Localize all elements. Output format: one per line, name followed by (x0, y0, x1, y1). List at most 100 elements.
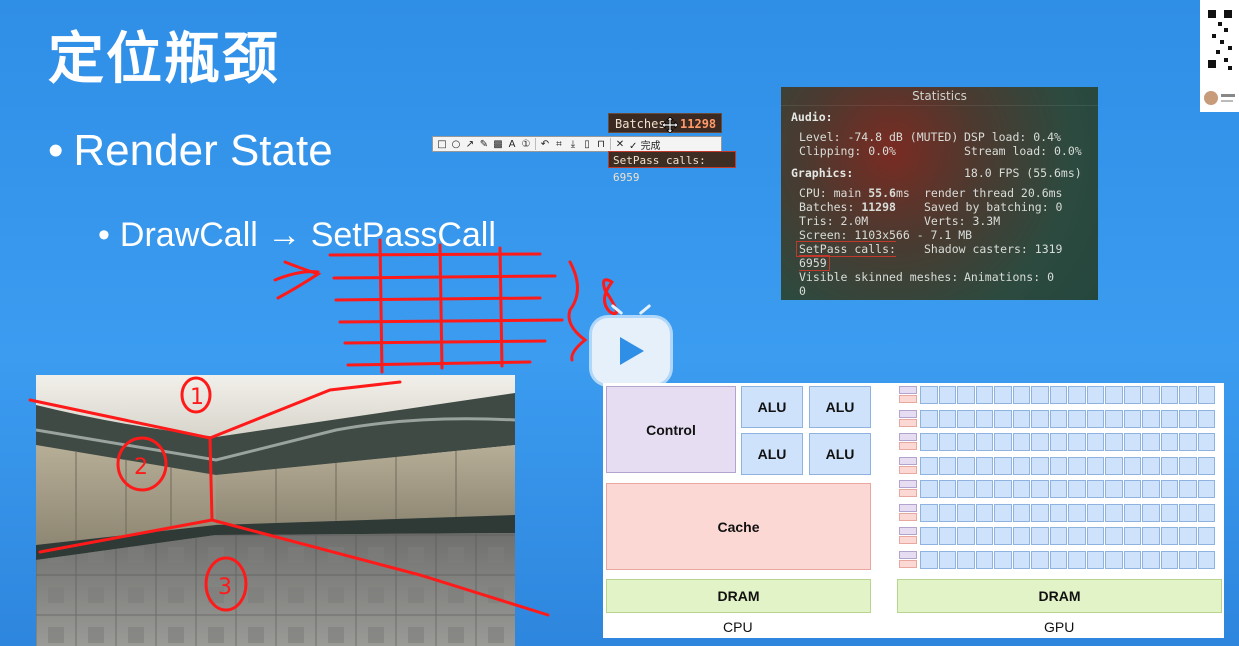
ink-number-2: 2 (134, 455, 148, 480)
gpu-alu-cell (1142, 527, 1160, 545)
gpu-alu-cell (994, 456, 1012, 475)
gpu-alu-cell (938, 386, 956, 404)
gpu-alu-cell (1012, 550, 1030, 569)
gpu-row-control-cache (899, 527, 917, 545)
gpu-alu-cell (994, 433, 1012, 451)
gpu-alu-cell (920, 386, 938, 404)
ink-number-3: 3 (218, 575, 232, 600)
gpu-alu-cell (1142, 456, 1160, 475)
cpu-alu-block: ALU (741, 433, 803, 475)
gpu-alu-cell (920, 550, 938, 569)
gpu-alu-cell (1197, 550, 1215, 569)
gpu-alu-cell (1123, 433, 1141, 451)
gpu-alu-cell (1086, 527, 1104, 545)
gpu-core-row (899, 456, 1215, 475)
gpu-row-control-cache (899, 409, 917, 428)
gpu-alu-cell (1012, 527, 1030, 545)
gpu-alu-cell (957, 527, 975, 545)
gpu-alu-cell (1160, 503, 1178, 522)
cpu-dram-block: DRAM (606, 579, 871, 613)
gpu-alu-cell (1105, 433, 1123, 451)
gpu-alu-cell (1160, 409, 1178, 428)
gpu-alu-cell (1179, 456, 1197, 475)
gpu-alu-cell (1105, 503, 1123, 522)
cpu-cache-block: Cache (606, 483, 871, 570)
gpu-alu-cell (1105, 550, 1123, 569)
gpu-alu-cell (1031, 409, 1049, 428)
gpu-alu-cell (1031, 550, 1049, 569)
cpu-gpu-diagram: Control ALU ALU ALU ALU Cache DRAM CPU D… (603, 383, 1224, 638)
gpu-alu-cell (957, 386, 975, 404)
gpu-alu-cell (1142, 386, 1160, 404)
gpu-alu-cell (1012, 386, 1030, 404)
gpu-alu-cell (1105, 409, 1123, 428)
gpu-alu-cell (957, 409, 975, 428)
gpu-alu-cell (1086, 503, 1104, 522)
gpu-alu-cell (1179, 433, 1197, 451)
gpu-alu-cell (920, 503, 938, 522)
gpu-alu-cell (1197, 503, 1215, 522)
play-button[interactable] (592, 303, 670, 384)
gpu-alu-cell (1197, 386, 1215, 404)
gpu-row-control-cache (899, 386, 917, 404)
gpu-alu-cell (975, 409, 993, 428)
gpu-alu-cell (1049, 433, 1067, 451)
gpu-alu-cell (1086, 433, 1104, 451)
gpu-alu-cell (1142, 433, 1160, 451)
gpu-alu-cell (1031, 433, 1049, 451)
gpu-caption: GPU (1044, 619, 1075, 635)
qr-code-panel (1200, 0, 1239, 112)
gpu-alu-cell (938, 480, 956, 498)
gpu-alu-cell (920, 527, 938, 545)
gpu-alu-cell (1197, 456, 1215, 475)
gpu-alu-cell (1012, 503, 1030, 522)
gpu-alu-cell (994, 409, 1012, 428)
gpu-alu-cell (994, 386, 1012, 404)
gpu-alu-cell (1105, 480, 1123, 498)
gpu-core-row (899, 409, 1215, 428)
gpu-alu-cell (920, 433, 938, 451)
gpu-alu-cell (1160, 527, 1178, 545)
gpu-alu-cell (994, 527, 1012, 545)
gpu-alu-cell (994, 480, 1012, 498)
gpu-alu-cell (1012, 433, 1030, 451)
play-icon (620, 337, 644, 365)
gpu-alu-cell (1068, 480, 1086, 498)
gpu-alu-cell (920, 480, 938, 498)
gpu-alu-cell (1086, 456, 1104, 475)
gpu-alu-cell (1012, 409, 1030, 428)
gpu-core-row (899, 527, 1215, 545)
gpu-alu-cell (994, 503, 1012, 522)
gpu-alu-cell (1049, 550, 1067, 569)
gpu-alu-cell (957, 503, 975, 522)
gpu-alu-cell (1197, 409, 1215, 428)
gpu-alu-cell (957, 550, 975, 569)
gpu-alu-cell (1160, 386, 1178, 404)
gpu-alu-cell (1123, 480, 1141, 498)
gpu-alu-cell (1179, 550, 1197, 569)
gpu-alu-cell (1068, 527, 1086, 545)
gpu-alu-cell (1012, 480, 1030, 498)
gpu-alu-cell (1012, 456, 1030, 475)
gpu-alu-cell (1197, 433, 1215, 451)
gpu-alu-cell (920, 456, 938, 475)
gpu-core-row (899, 503, 1215, 522)
gpu-alu-cell (1049, 409, 1067, 428)
gpu-alu-cell (1123, 386, 1141, 404)
gpu-alu-cell (1049, 503, 1067, 522)
gpu-alu-cell (938, 456, 956, 475)
gpu-alu-cell (1160, 456, 1178, 475)
gpu-alu-cell (1031, 503, 1049, 522)
gpu-alu-cell (1068, 386, 1086, 404)
gpu-alu-cell (920, 409, 938, 428)
gpu-alu-cell (1123, 550, 1141, 569)
gpu-alu-cell (1160, 480, 1178, 498)
gpu-alu-cell (1142, 503, 1160, 522)
gpu-alu-cell (938, 550, 956, 569)
gpu-row-control-cache (899, 456, 917, 475)
gpu-row-control-cache (899, 480, 917, 498)
gpu-alu-cell (1179, 409, 1197, 428)
gpu-core-row (899, 386, 1215, 404)
gpu-alu-cell (1123, 409, 1141, 428)
gpu-alu-cell (975, 433, 993, 451)
